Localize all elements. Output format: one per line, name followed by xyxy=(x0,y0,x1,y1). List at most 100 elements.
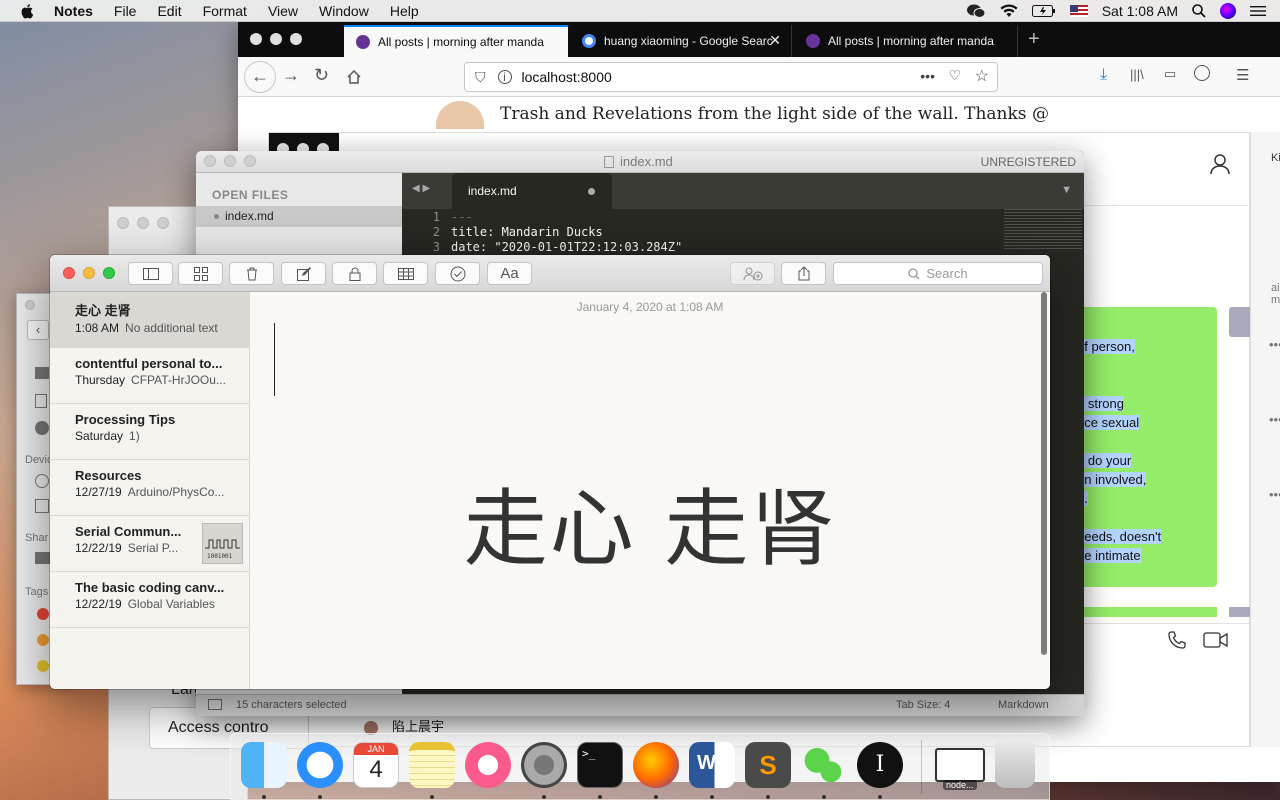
menu-view[interactable]: View xyxy=(268,3,298,19)
toggle-sidebar-button[interactable] xyxy=(128,262,173,285)
new-note-button[interactable] xyxy=(281,262,326,285)
back-button[interactable]: ← xyxy=(244,61,276,93)
minimize-button[interactable] xyxy=(270,33,282,45)
wechat-icon[interactable] xyxy=(966,3,986,19)
close-button[interactable] xyxy=(204,155,216,167)
sidebar-file-item[interactable]: index.md xyxy=(196,206,402,227)
itunes-icon[interactable] xyxy=(465,742,511,788)
clock[interactable]: Sat 1:08 AM xyxy=(1102,3,1178,19)
apple-menu-icon[interactable] xyxy=(20,3,36,19)
pocket-icon[interactable]: ♡ xyxy=(948,67,961,84)
format-button[interactable]: Aa xyxy=(487,262,532,285)
more-icon[interactable]: ••• xyxy=(1269,487,1280,502)
tab-nav-icon[interactable]: ◀ ▶ xyxy=(412,183,430,194)
minimize-button[interactable] xyxy=(224,155,236,167)
note-list-item[interactable]: Serial Commun... 12/22/19 Serial P... 100… xyxy=(50,516,250,572)
menu-file[interactable]: File xyxy=(114,3,137,19)
tag-yellow[interactable] xyxy=(37,660,49,672)
scrollbar[interactable] xyxy=(1041,292,1047,655)
firefox-icon[interactable] xyxy=(633,742,679,788)
library-icon[interactable]: |||\ xyxy=(1130,67,1144,82)
minimap[interactable] xyxy=(1004,209,1082,249)
close-button[interactable] xyxy=(250,33,262,45)
more-icon[interactable]: ••• xyxy=(1269,412,1280,427)
status-syntax[interactable]: Markdown xyxy=(998,699,1049,711)
menu-format[interactable]: Format xyxy=(203,3,247,19)
menu-help[interactable]: Help xyxy=(390,3,419,19)
user-icon[interactable] xyxy=(1209,153,1231,175)
note-editor[interactable]: January 4, 2020 at 1:08 AM 走心 走肾 xyxy=(250,292,1050,689)
safari-icon[interactable] xyxy=(297,742,343,788)
flag-icon[interactable] xyxy=(1069,5,1088,17)
note-list-item[interactable]: contentful personal to... Thursday CFPAT-… xyxy=(50,348,250,404)
table-button[interactable] xyxy=(383,262,428,285)
note-title: Serial Commun... xyxy=(75,524,182,539)
url-bar[interactable]: ⛉ i localhost:8000 ••• ♡ ☆ xyxy=(464,62,998,92)
menu-edit[interactable]: Edit xyxy=(157,3,181,19)
download-icon[interactable]: ⤓ xyxy=(1100,66,1107,84)
delete-button[interactable] xyxy=(229,262,274,285)
tab-dropdown-icon[interactable]: ▼ xyxy=(1061,184,1072,196)
note-list-item[interactable]: 走心 走肾 1:08 AM No additional text xyxy=(50,292,250,348)
checklist-button[interactable] xyxy=(435,262,480,285)
shield-icon[interactable]: ⛉ xyxy=(475,69,486,86)
search-input[interactable]: Search xyxy=(833,262,1043,285)
more-icon[interactable]: ••• xyxy=(1269,337,1280,352)
p5-app-icon[interactable]: I xyxy=(857,742,903,788)
note-body-text[interactable]: 走心 走肾 xyxy=(250,462,1050,583)
finder-icon[interactable] xyxy=(241,742,287,788)
back-button[interactable]: ‹ xyxy=(27,320,49,340)
home-icon[interactable] xyxy=(346,69,362,85)
tab-index-md[interactable]: index.md xyxy=(452,173,612,209)
sidebar-icon[interactable]: ▭ xyxy=(1164,66,1176,82)
tab-google-search[interactable]: huang xiaoming - Google Searc ✕ xyxy=(570,25,792,57)
status-tab-size[interactable]: Tab Size: 4 xyxy=(896,699,950,711)
note-list-item[interactable]: The basic coding canv... 12/22/19 Global … xyxy=(50,572,250,628)
siri-icon[interactable] xyxy=(1220,3,1236,19)
tag-orange[interactable] xyxy=(37,634,49,646)
menu-app-name[interactable]: Notes xyxy=(54,3,93,19)
account-icon[interactable] xyxy=(1194,65,1210,81)
close-button[interactable] xyxy=(63,267,75,279)
wechat-app-icon[interactable] xyxy=(801,742,847,788)
control-center-icon[interactable] xyxy=(1250,5,1266,17)
note-list-item[interactable]: Processing Tips Saturday 1) xyxy=(50,404,250,460)
node-window-icon[interactable] xyxy=(935,748,985,782)
phone-icon[interactable] xyxy=(1167,630,1187,650)
tag-red[interactable] xyxy=(37,608,49,620)
forward-button[interactable]: → xyxy=(282,65,300,86)
bookmark-star-icon[interactable]: ☆ xyxy=(975,66,989,86)
tab-all-posts-2[interactable]: All posts | morning after manda xyxy=(794,25,1018,57)
word-icon[interactable]: W xyxy=(689,742,735,788)
notes-app-icon[interactable] xyxy=(409,742,455,788)
search-icon[interactable] xyxy=(1192,4,1206,18)
zoom-button[interactable] xyxy=(103,267,115,279)
sublime-text-icon[interactable]: S xyxy=(745,742,791,788)
system-preferences-icon[interactable] xyxy=(521,742,567,788)
menu-window[interactable]: Window xyxy=(319,3,369,19)
battery-icon[interactable] xyxy=(1031,5,1056,17)
calendar-icon[interactable]: JAN 4 xyxy=(353,742,399,788)
menu-icon[interactable]: ☰ xyxy=(1236,66,1249,84)
minimize-button[interactable] xyxy=(83,267,95,279)
terminal-icon[interactable]: >_ xyxy=(577,742,623,788)
new-tab-button[interactable]: + xyxy=(1028,28,1040,51)
add-people-button[interactable] xyxy=(730,262,775,285)
tab-close-icon[interactable]: ✕ xyxy=(769,32,781,49)
video-icon[interactable] xyxy=(1203,632,1229,648)
wifi-icon[interactable] xyxy=(1000,4,1018,18)
sublime-tab-bar: ◀ ▶ index.md ▼ xyxy=(402,173,1084,209)
note-list-item[interactable]: Resources 12/27/19 Arduino/PhysCo... xyxy=(50,460,250,516)
share-button[interactable] xyxy=(781,262,826,285)
panel-toggle-icon[interactable] xyxy=(208,699,222,710)
zoom-button[interactable] xyxy=(244,155,256,167)
gallery-view-button[interactable] xyxy=(178,262,223,285)
trash-icon[interactable] xyxy=(995,742,1035,788)
dirty-dot-icon[interactable] xyxy=(588,188,595,195)
info-icon[interactable]: i xyxy=(497,70,512,84)
tab-all-posts-1[interactable]: All posts | morning after manda xyxy=(344,25,568,57)
page-actions-icon[interactable]: ••• xyxy=(920,68,935,84)
zoom-button[interactable] xyxy=(290,33,302,45)
reload-button[interactable]: ↻ xyxy=(314,65,329,86)
lock-button[interactable] xyxy=(332,262,377,285)
